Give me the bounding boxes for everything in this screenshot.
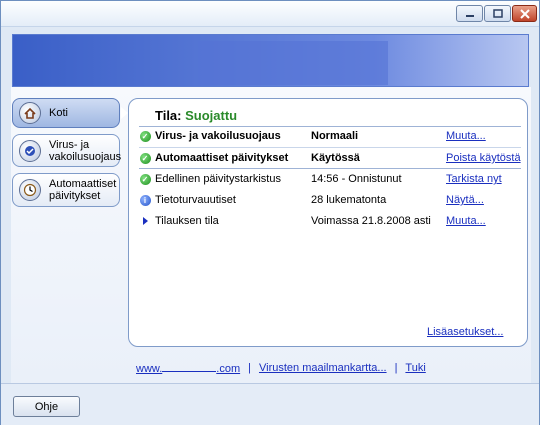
status-panel: Tila: Suojattu ✓ Virus- ja vakoilusuojau…: [128, 98, 528, 347]
sidebar-item-home[interactable]: Koti: [12, 98, 128, 128]
row-value: 14:56 - Onnistunut: [311, 173, 402, 185]
link-separator: |: [394, 362, 398, 374]
advanced-settings-link[interactable]: Lisäasetukset...: [427, 326, 503, 338]
clock-icon: [19, 179, 41, 201]
title-bar: [1, 1, 539, 27]
support-link[interactable]: Tuki: [405, 362, 425, 375]
help-button[interactable]: Ohje: [13, 396, 80, 417]
status-row: ✓ Automaattiset päivitykset Käytössä Poi…: [139, 148, 521, 168]
row-name: Tietoturvauutiset: [155, 194, 236, 206]
footer-links: www. .com | Virusten maailmankartta... | …: [136, 362, 426, 375]
disable-updates-link[interactable]: Poista käytöstä: [446, 152, 521, 164]
app-window: Koti Virus- ja vakoilusuojaus Automaatti…: [0, 0, 540, 425]
website-link-suffix: .com: [216, 363, 241, 375]
maximize-icon: [492, 9, 503, 18]
row-name: Virus- ja vakoilusuojaus: [155, 130, 281, 142]
status-row: i Tietoturvauutiset 28 lukematonta Näytä…: [139, 190, 521, 210]
bottom-bar: Ohje: [1, 383, 539, 425]
show-news-link[interactable]: Näytä...: [446, 194, 484, 206]
status-row: ✓ Virus- ja vakoilusuojaus Normaali Muut…: [139, 126, 521, 146]
status-prefix: Tila:: [155, 108, 182, 123]
sidebar-item-label: Virus- ja vakoilusuojaus: [49, 138, 122, 163]
status-value: Suojattu: [185, 108, 238, 123]
row-value: Käytössä: [311, 152, 360, 164]
sidebar-item-automatic-updates[interactable]: Automaattiset päivitykset: [12, 173, 120, 207]
status-row: ✓ Edellinen päivitystarkistus 14:56 - On…: [139, 169, 521, 189]
help-button-label: Ohje: [34, 400, 59, 413]
row-value: 28 lukematonta: [311, 194, 387, 206]
website-link[interactable]: www. .com: [136, 362, 240, 375]
row-value: Voimassa 21.8.2008 asti: [311, 215, 431, 227]
banner-logo-area: [198, 41, 388, 85]
row-name: Automaattiset päivitykset: [155, 152, 289, 164]
home-icon: [19, 102, 41, 124]
link-separator: |: [248, 362, 251, 374]
check-icon: ✓: [139, 130, 151, 142]
sidebar-item-virus-protection[interactable]: Virus- ja vakoilusuojaus: [12, 134, 122, 167]
check-icon: ✓: [139, 173, 151, 185]
row-value: Normaali: [311, 130, 359, 142]
triangle-icon: [142, 217, 148, 225]
website-link-prefix: www.: [136, 363, 163, 375]
minimize-icon: [465, 14, 474, 17]
maximize-button[interactable]: [484, 5, 511, 22]
redacted-domain: [162, 362, 217, 372]
info-icon: i: [139, 194, 151, 206]
virus-shield-icon: [19, 139, 41, 162]
status-row: Tilauksen tila Voimassa 21.8.2008 asti M…: [139, 211, 521, 231]
active-indicator: [121, 107, 128, 119]
minimize-button[interactable]: [456, 5, 483, 22]
change-protection-link[interactable]: Muuta...: [446, 130, 486, 142]
close-button[interactable]: [512, 5, 537, 22]
virus-map-link[interactable]: Virusten maailmankartta...: [259, 362, 387, 375]
row-name: Tilauksen tila: [155, 215, 219, 227]
check-now-link[interactable]: Tarkista nyt: [446, 173, 502, 185]
header-banner: [12, 34, 529, 87]
check-icon: ✓: [139, 152, 151, 164]
sidebar-item-label: Automaattiset päivitykset: [49, 178, 117, 202]
sidebar-item-label: Koti: [49, 107, 68, 119]
status-title: Tila: Suojattu: [155, 108, 237, 123]
close-icon: [519, 8, 530, 19]
change-subscription-link[interactable]: Muuta...: [446, 215, 486, 227]
row-name: Edellinen päivitystarkistus: [155, 173, 281, 185]
